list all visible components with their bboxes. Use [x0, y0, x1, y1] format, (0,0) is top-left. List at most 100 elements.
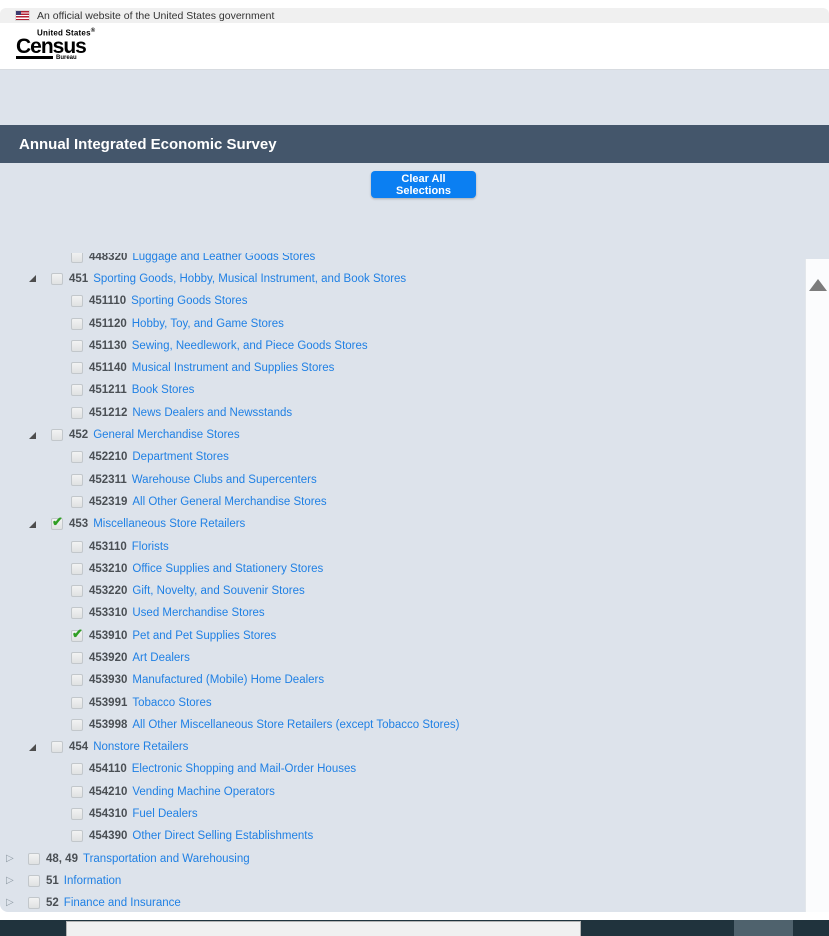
row-checkbox[interactable]	[71, 473, 83, 486]
row-checkbox[interactable]	[71, 696, 83, 709]
row-name-link[interactable]: Tobacco Stores	[132, 697, 211, 709]
tree-row: 454210 Vending Machine Operators	[0, 781, 805, 803]
row-checkbox[interactable]	[71, 253, 83, 263]
row-name-link[interactable]: Vending Machine Operators	[132, 786, 275, 798]
row-checkbox[interactable]	[71, 607, 83, 620]
row-name-link[interactable]: Luggage and Leather Goods Stores	[132, 253, 315, 263]
census-bureau-logo[interactable]: United States® Census Bureau	[16, 28, 95, 61]
row-code: 453220	[89, 585, 128, 598]
logo-bureau: Bureau	[56, 54, 77, 61]
row-checkbox[interactable]	[71, 295, 83, 308]
naics-tree-viewport[interactable]: 448320 Luggage and Leather Goods Stores …	[0, 253, 805, 912]
row-code: 454210	[89, 785, 128, 798]
row-name-link[interactable]: Manufactured (Mobile) Home Dealers	[132, 674, 324, 686]
row-code: 452319	[89, 495, 128, 508]
expand-collapsed-icon[interactable]: ▷	[6, 898, 20, 908]
row-name-link[interactable]: Finance and Insurance	[64, 897, 181, 909]
row-code: 454110	[89, 763, 127, 776]
gov-banner: An official website of the United States…	[0, 8, 829, 23]
row-name-link[interactable]: Book Stores	[132, 384, 195, 396]
row-checkbox[interactable]	[71, 540, 83, 553]
bottom-gap	[0, 912, 829, 920]
row-code: 454310	[89, 808, 128, 821]
expand-collapsed-icon[interactable]: ▷	[6, 875, 20, 886]
row-code: 454390	[89, 830, 128, 843]
bottom-bar-segment	[734, 920, 793, 936]
row-name-link[interactable]: Florists	[132, 541, 169, 553]
row-code: 453920	[89, 651, 128, 664]
row-code: 453310	[89, 607, 128, 620]
row-checkbox[interactable]	[28, 874, 40, 887]
row-checkbox[interactable]	[51, 514, 63, 531]
collapse-expanded-icon[interactable]	[29, 431, 43, 439]
expand-collapsed-icon[interactable]: ▷	[6, 853, 20, 864]
row-checkbox[interactable]	[71, 585, 83, 598]
tree-row: 453920 Art Dealers	[0, 647, 805, 669]
row-name-link[interactable]: All Other Miscellaneous Store Retailers …	[132, 719, 459, 731]
collapse-expanded-icon[interactable]	[29, 275, 43, 283]
row-name-link[interactable]: Pet and Pet Supplies Stores	[132, 630, 276, 642]
row-name-link[interactable]: News Dealers and Newsstands	[132, 407, 292, 419]
row-checkbox[interactable]	[71, 339, 83, 352]
vertical-scroll-panel[interactable]	[805, 259, 829, 912]
row-name-link[interactable]: General Merchandise Stores	[93, 429, 239, 441]
tree-row: 448320 Luggage and Leather Goods Stores	[0, 253, 805, 268]
horizontal-scrollbar[interactable]	[66, 921, 581, 936]
row-name-link[interactable]: Used Merchandise Stores	[132, 607, 264, 619]
row-name-link[interactable]: Office Supplies and Stationery Stores	[132, 563, 323, 575]
row-checkbox[interactable]	[71, 830, 83, 843]
row-checkbox[interactable]	[71, 626, 83, 642]
row-name-link[interactable]: Miscellaneous Store Retailers	[93, 518, 245, 530]
row-checkbox[interactable]	[71, 718, 83, 731]
row-name-link[interactable]: Other Direct Selling Establishments	[132, 830, 313, 842]
row-name-link[interactable]: Hobby, Toy, and Game Stores	[132, 318, 284, 330]
tree-row: 453220 Gift, Novelty, and Souvenir Store…	[0, 580, 805, 602]
row-name-link[interactable]: Sporting Goods, Hobby, Musical Instrumen…	[93, 273, 406, 285]
row-checkbox[interactable]	[71, 384, 83, 397]
row-checkbox[interactable]	[71, 651, 83, 664]
row-checkbox[interactable]	[71, 674, 83, 687]
scroll-up-icon[interactable]	[809, 279, 827, 291]
row-name-link[interactable]: Nonstore Retailers	[93, 741, 188, 753]
tree-row: 454 Nonstore Retailers	[0, 736, 805, 758]
row-name-link[interactable]: Department Stores	[132, 451, 229, 463]
row-name-link[interactable]: Sewing, Needlework, and Piece Goods Stor…	[132, 340, 368, 352]
row-name-link[interactable]: Art Dealers	[132, 652, 190, 664]
tree-row: 452 General Merchandise Stores	[0, 424, 805, 446]
row-code: 451212	[89, 406, 128, 419]
row-checkbox[interactable]	[51, 741, 63, 754]
row-name-link[interactable]: Sporting Goods Stores	[131, 295, 247, 307]
tree-row: 453998 All Other Miscellaneous Store Ret…	[0, 714, 805, 736]
tree-row: 453 Miscellaneous Store Retailers	[0, 513, 805, 535]
row-name-link[interactable]: Musical Instrument and Supplies Stores	[132, 362, 335, 374]
row-checkbox[interactable]	[51, 429, 63, 442]
row-checkbox[interactable]	[71, 495, 83, 508]
row-name-link[interactable]: Electronic Shopping and Mail-Order House…	[132, 763, 356, 775]
row-name-link[interactable]: Information	[64, 875, 122, 887]
row-checkbox[interactable]	[71, 808, 83, 821]
collapse-expanded-icon[interactable]	[29, 520, 43, 528]
row-checkbox[interactable]	[71, 317, 83, 330]
row-checkbox[interactable]	[71, 362, 83, 375]
row-checkbox[interactable]	[71, 451, 83, 464]
row-checkbox[interactable]	[51, 272, 63, 285]
row-code: 451120	[89, 317, 127, 330]
collapse-expanded-icon[interactable]	[29, 743, 43, 751]
tree-row: 451130 Sewing, Needlework, and Piece Goo…	[0, 335, 805, 357]
content-panel: Annual Integrated Economic Survey Clear …	[0, 70, 829, 912]
row-checkbox[interactable]	[71, 406, 83, 419]
row-name-link[interactable]: All Other General Merchandise Stores	[132, 496, 326, 508]
row-checkbox[interactable]	[71, 562, 83, 575]
row-name-link[interactable]: Gift, Novelty, and Souvenir Stores	[132, 585, 304, 597]
row-code: 451110	[89, 295, 127, 308]
row-code: 453	[69, 518, 89, 531]
row-name-link[interactable]: Transportation and Warehousing	[83, 853, 250, 865]
logo-band: United States® Census Bureau	[0, 23, 829, 70]
clear-all-selections-button[interactable]: Clear All Selections	[371, 171, 476, 198]
row-checkbox[interactable]	[28, 852, 40, 865]
row-checkbox[interactable]	[71, 763, 83, 776]
row-name-link[interactable]: Fuel Dealers	[132, 808, 197, 820]
row-checkbox[interactable]	[28, 897, 40, 910]
row-checkbox[interactable]	[71, 785, 83, 798]
row-name-link[interactable]: Warehouse Clubs and Supercenters	[132, 474, 317, 486]
